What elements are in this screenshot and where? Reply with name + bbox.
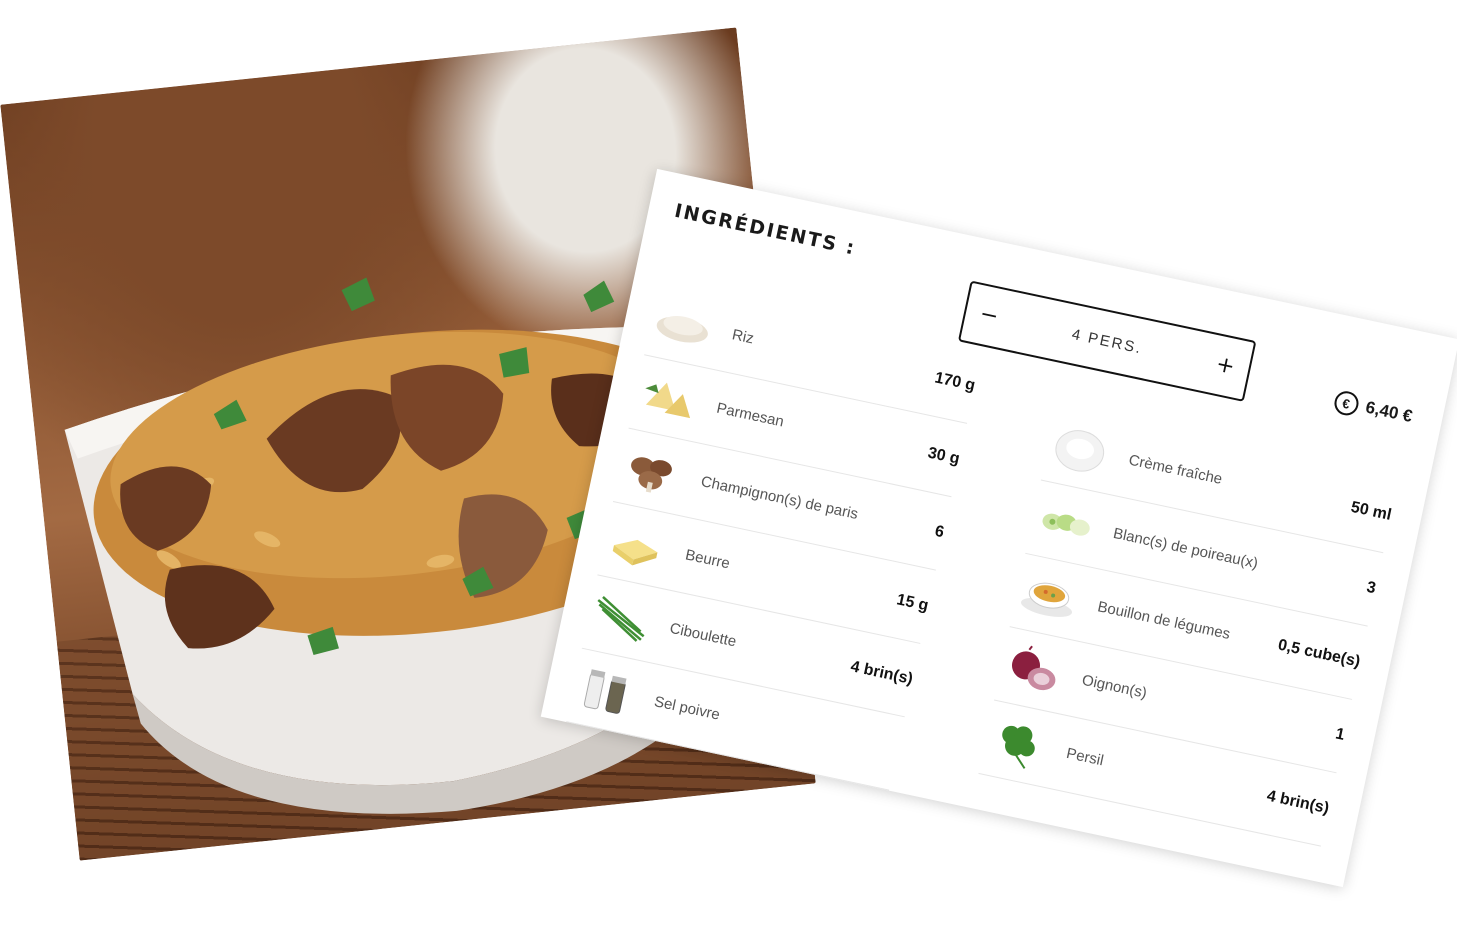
ingredient-quantity: 4 brin(s) [849,658,915,688]
servings-stepper: − 4 PERS. + [957,280,1257,402]
ingredient-quantity: 4 brin(s) [1265,787,1331,818]
increase-servings-button[interactable]: + [1214,352,1237,380]
mushroom-icon [615,438,689,504]
rice-icon [646,292,720,358]
ingredient-quantity: 50 ml [1349,498,1393,524]
euro-icon: € [1332,389,1361,418]
cream-icon [1043,417,1117,483]
butter-icon [600,512,674,578]
onion-icon [996,637,1070,703]
ingredient-quantity: 30 g [926,444,962,468]
price-value: 6,40 € [1363,397,1415,427]
servings-count: 4 PERS. [1070,325,1144,357]
price-display: € 6,40 € [1332,389,1415,429]
ingredients-left-column: Riz 170 g Parmesan 30 g Champignon(s) de… [566,281,983,791]
broth-icon [1012,564,1086,630]
ingredient-quantity: 0,5 cube(s) [1276,636,1362,671]
ingredients-right-column: Crème fraîche 50 ml Blanc(s) de poireau(… [978,407,1399,847]
chive-icon [584,585,658,651]
ingredient-name: Persil [1064,745,1106,770]
ingredient-quantity: 170 g [933,369,977,395]
ingredient-quantity: 15 g [895,591,930,615]
decrease-servings-button[interactable]: − [978,301,1001,329]
parmesan-icon [631,365,705,431]
salt-pepper-icon [568,658,642,724]
leek-icon [1027,490,1101,556]
ingredient-name: Ciboulette [668,620,738,651]
parsley-icon [981,710,1055,776]
ingredients-title: INGRÉDIENTS : [672,199,858,260]
ingredient-name: Bouillon de légumes [1095,598,1232,644]
